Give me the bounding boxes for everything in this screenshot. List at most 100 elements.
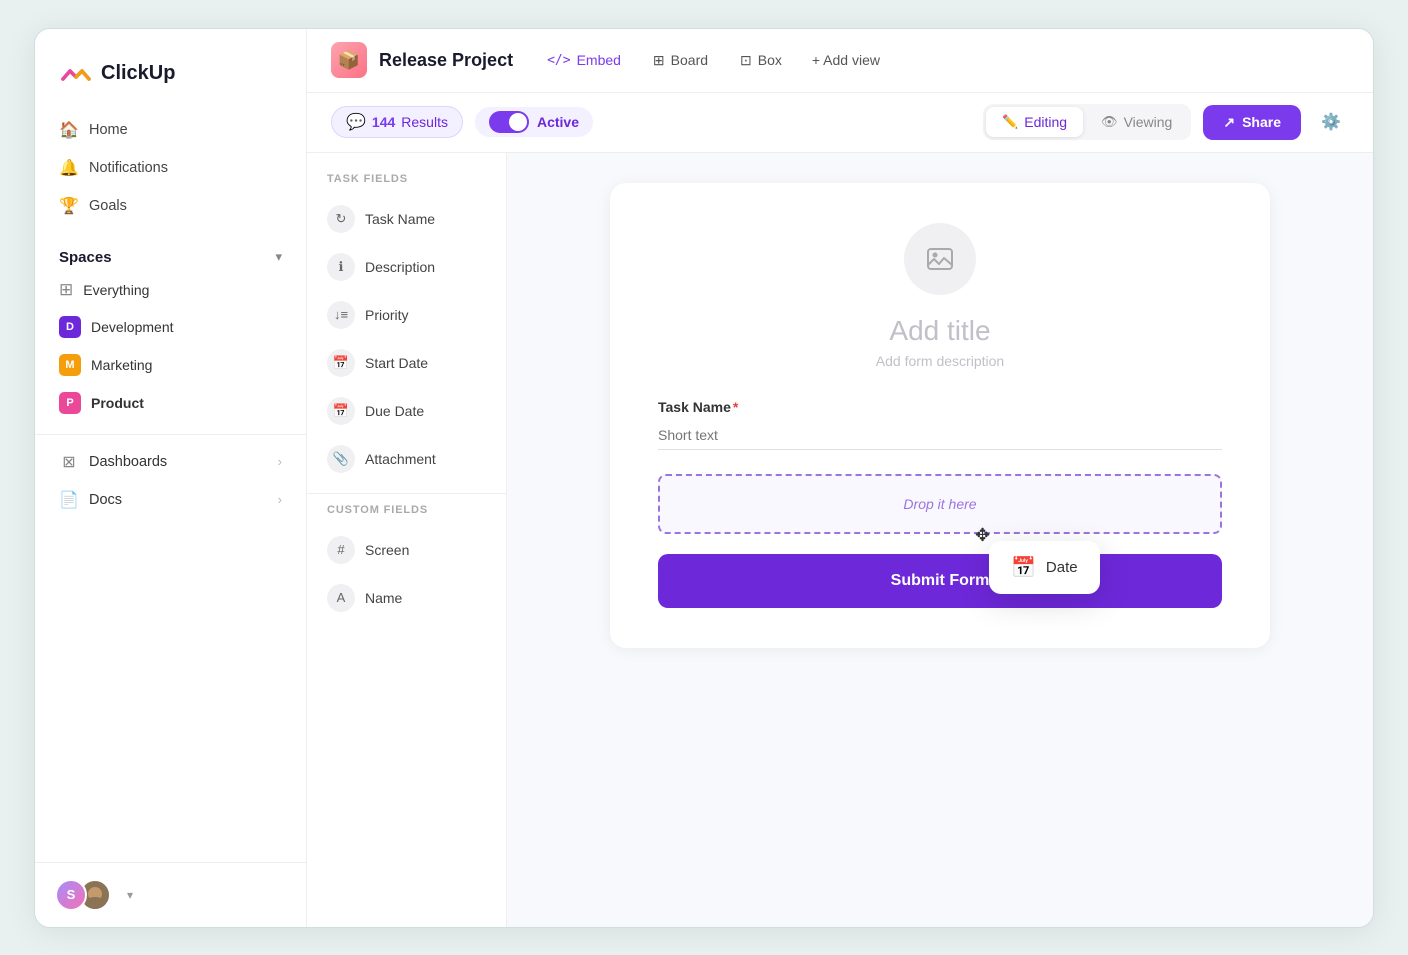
dashboards-left: ⊠ Dashboards [59,452,167,472]
sidebar-item-marketing[interactable]: M Marketing [47,346,294,384]
clickup-logo-icon [59,57,93,91]
home-icon: 🏠 [59,120,79,140]
notifications-label: Notifications [89,160,168,176]
docs-label: Docs [89,492,122,508]
tab-box[interactable]: ⊡ Box [726,46,796,75]
body-area: TASK FIELDS ↻ Task Name ℹ Description ↓≡… [307,153,1373,927]
task-name-icon: ↻ [327,205,355,233]
goals-label: Goals [89,198,127,214]
board-label: Board [671,52,708,68]
bell-icon: 🔔 [59,158,79,178]
eye-icon: 👁 [1101,114,1118,130]
add-view-button[interactable]: + Add view [800,46,892,74]
product-avatar: P [59,392,81,414]
name-field-label: Name [365,590,402,606]
start-date-field-label: Start Date [365,355,428,371]
sidebar-item-docs[interactable]: 📄 Docs › [47,481,294,519]
required-star: * [733,399,738,415]
field-priority[interactable]: ↓≡ Priority [307,291,506,339]
results-label: Results [401,114,448,130]
app-container: ClickUp 🏠 Home 🔔 Notifications 🏆 Goals S… [34,28,1374,928]
field-screen[interactable]: # Screen [307,526,506,574]
sidebar-item-development[interactable]: D Development [47,308,294,346]
form-area: Add title Add form description Task Name… [507,153,1373,927]
task-name-form-label: Task Name* [658,399,1222,415]
docs-icon: 📄 [59,490,79,510]
field-name[interactable]: A Name [307,574,506,622]
chevron-down-icon: ▾ [275,249,282,265]
tab-board[interactable]: ⊞ Board [639,46,722,75]
sidebar-item-product[interactable]: P Product [47,384,294,422]
sidebar-item-everything[interactable]: ⊞ Everything [47,272,294,308]
footer-chevron-icon[interactable]: ▾ [127,888,133,902]
active-toggle-group: Active [475,107,593,137]
field-task-name[interactable]: ↻ Task Name [307,195,506,243]
spaces-header[interactable]: Spaces ▾ [47,243,294,272]
sidebar-item-dashboards[interactable]: ⊠ Dashboards › [47,443,294,481]
bubble-icon: 💬 [346,112,366,132]
due-date-icon: 📅 [327,397,355,425]
toolbar: 💬 144 Results Active ✏️ Editing 👁 Viewin… [307,93,1373,153]
tab-embed[interactable]: </> Embed [533,46,635,74]
description-icon: ℹ [327,253,355,281]
bottom-nav: ⊠ Dashboards › 📄 Docs › [35,434,306,527]
drop-zone[interactable]: Drop it here [658,474,1222,534]
form-desc-placeholder[interactable]: Add form description [658,353,1222,369]
editing-mode-button[interactable]: ✏️ Editing [986,107,1083,137]
due-date-field-label: Due Date [365,403,424,419]
field-attachment[interactable]: 📎 Attachment [307,435,506,483]
task-name-field-label: Task Name [365,211,435,227]
attachment-icon: 📎 [327,445,355,473]
form-cover-area [658,223,1222,295]
editing-label: Editing [1024,114,1067,130]
viewing-label: Viewing [1124,114,1173,130]
form-title-placeholder[interactable]: Add title [658,315,1222,347]
avatar-stack: S [55,879,111,911]
docs-chevron-icon: › [278,492,282,507]
attachment-field-label: Attachment [365,451,436,467]
form-cover-icon[interactable] [904,223,976,295]
toggle-thumb [509,113,527,131]
share-icon: ↗ [1223,114,1235,131]
add-view-label: + Add view [812,52,880,68]
results-badge[interactable]: 💬 144 Results [331,106,463,138]
sidebar-item-home[interactable]: 🏠 Home [47,111,294,149]
avatar-s: S [55,879,87,911]
screen-field-label: Screen [365,542,409,558]
share-label: Share [1242,114,1281,130]
spaces-section: Spaces ▾ ⊞ Everything D Development M Ma… [35,225,306,426]
task-name-field-block: Task Name* [658,399,1222,450]
name-icon: A [327,584,355,612]
results-count: 144 [372,114,395,130]
gear-icon: ⚙️ [1321,112,1341,132]
active-toggle[interactable] [489,111,529,133]
development-label: Development [91,319,174,335]
field-description[interactable]: ℹ Description [307,243,506,291]
share-button[interactable]: ↗ Share [1203,105,1301,140]
clickup-logo-text: ClickUp [101,62,175,85]
settings-button[interactable]: ⚙️ [1313,104,1349,140]
logo-area: ClickUp [35,29,306,111]
development-avatar: D [59,316,81,338]
description-field-label: Description [365,259,435,275]
priority-icon: ↓≡ [327,301,355,329]
product-label: Product [91,395,144,411]
main-content: 📦 Release Project </> Embed ⊞ Board ⊡ Bo… [307,29,1373,927]
field-start-date[interactable]: 📅 Start Date [307,339,506,387]
sidebar-item-goals[interactable]: 🏆 Goals [47,187,294,225]
task-name-input[interactable] [658,421,1222,450]
drop-zone-label: Drop it here [903,496,976,512]
dashboards-chevron-icon: › [278,454,282,469]
sidebar-item-notifications[interactable]: 🔔 Notifications [47,149,294,187]
field-due-date[interactable]: 📅 Due Date [307,387,506,435]
task-fields-label: TASK FIELDS [307,173,506,195]
priority-field-label: Priority [365,307,409,323]
submit-form-button[interactable]: Submit Form [658,554,1222,608]
dashboards-label: Dashboards [89,454,167,470]
project-icon: 📦 [331,42,367,78]
submit-label: Submit Form [891,572,990,589]
box-label: Box [758,52,782,68]
project-title: Release Project [379,50,513,71]
image-icon [926,245,954,273]
viewing-mode-button[interactable]: 👁 Viewing [1085,107,1188,137]
